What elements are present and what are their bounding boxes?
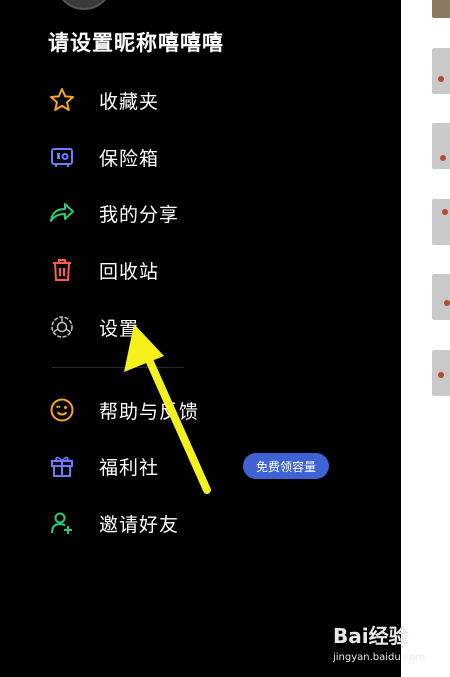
menu-label: 我的分享 [99, 203, 180, 226]
menu-item-my-share[interactable]: 我的分享 [48, 195, 348, 231]
menu-label: 设置 [99, 317, 140, 340]
file-list-pane [401, 0, 450, 677]
safe-box-icon [48, 143, 76, 171]
menu-label: 帮助与反馈 [99, 400, 200, 423]
menu-item-recycle-bin[interactable]: 回收站 [48, 252, 348, 288]
avatar[interactable] [58, 0, 110, 10]
gear-icon [48, 313, 76, 341]
trash-icon [48, 256, 76, 284]
file-thumbnail[interactable] [432, 123, 450, 169]
watermark-url: jingyan.baidu.com [333, 652, 426, 663]
add-user-icon [48, 509, 76, 537]
baidu-watermark: Bai经验 jingyan.baidu.com [333, 620, 443, 670]
menu-item-invite-friends[interactable]: 邀请好友 [48, 505, 348, 541]
menu-item-help-feedback[interactable]: 帮助与反馈 [48, 392, 348, 428]
menu-label: 邀请好友 [99, 513, 180, 536]
watermark-logo-text: Bai经验 [333, 624, 409, 648]
star-icon [48, 86, 76, 114]
side-drawer: 请设置昵称嘻嘻嘻 收藏夹 保险箱 我的分享 回收站 设置 帮助与反馈 福利社 免… [0, 0, 401, 677]
free-capacity-badge[interactable]: 免费领容量 [243, 453, 329, 479]
smile-wink-icon [48, 396, 76, 424]
menu-label: 回收站 [99, 260, 160, 283]
menu-item-favorites[interactable]: 收藏夹 [48, 82, 348, 118]
file-thumbnail[interactable] [432, 350, 450, 396]
nickname[interactable]: 请设置昵称嘻嘻嘻 [48, 27, 224, 57]
menu-item-settings[interactable]: 设置 [48, 309, 348, 345]
menu-label: 收藏夹 [99, 90, 160, 113]
menu-label: 保险箱 [99, 147, 160, 170]
file-thumbnail[interactable] [432, 274, 450, 320]
menu-label: 福利社 [99, 456, 160, 479]
menu-divider [52, 367, 184, 368]
share-icon [48, 199, 76, 227]
gift-icon [48, 452, 76, 480]
file-thumbnail[interactable] [432, 199, 450, 245]
menu-item-safe[interactable]: 保险箱 [48, 139, 348, 175]
file-thumbnail[interactable] [432, 0, 450, 18]
file-thumbnail[interactable] [432, 48, 450, 94]
